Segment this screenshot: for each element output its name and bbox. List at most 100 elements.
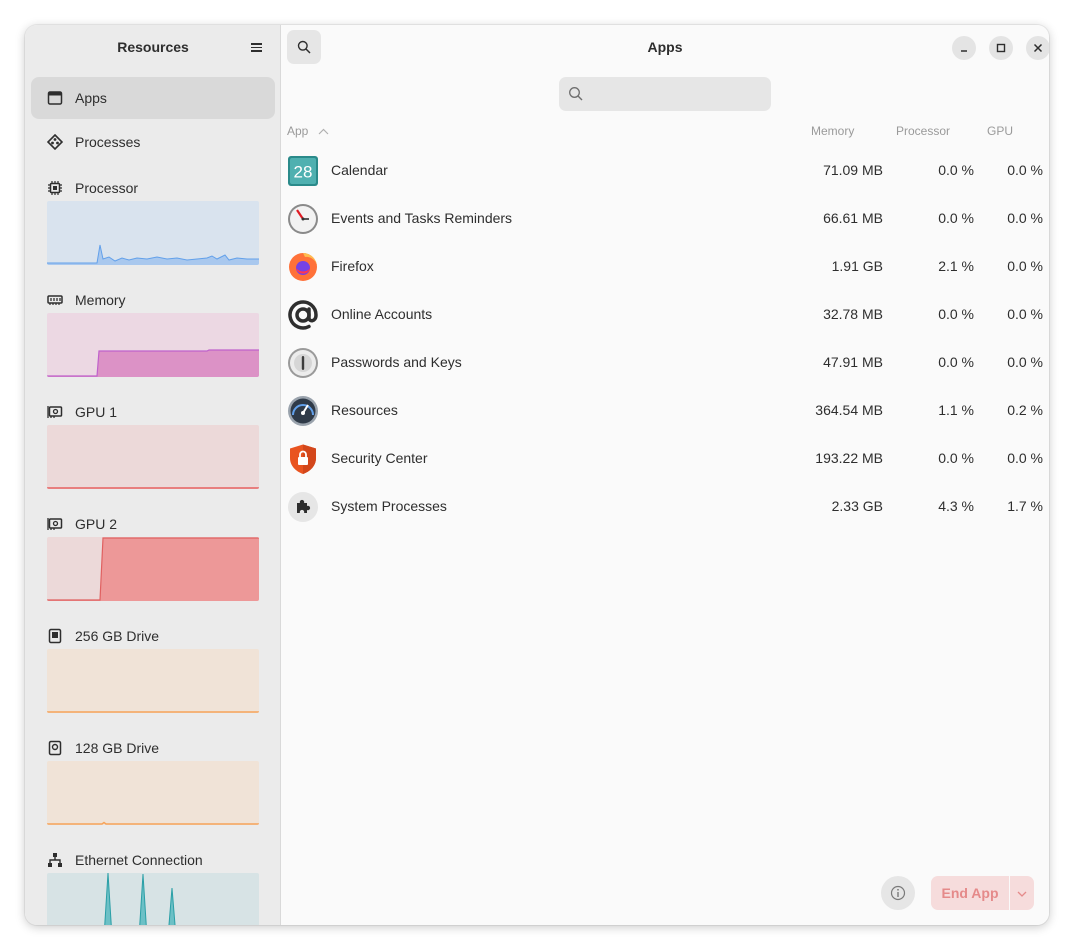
sidebar-item-drive-128[interactable]: 128 GB Drive bbox=[31, 735, 275, 847]
memory-value: 1.91 GB bbox=[831, 258, 883, 274]
column-header-label: Memory bbox=[811, 124, 855, 138]
hamburger-menu-icon[interactable] bbox=[249, 41, 267, 55]
gpu-value: 0.0 % bbox=[1007, 354, 1043, 370]
table-row[interactable]: Passwords and Keys 47.91 MB 0.0 % 0.0 % bbox=[281, 339, 1049, 387]
processor-value: 0.0 % bbox=[938, 450, 974, 466]
end-app-button[interactable]: End App bbox=[931, 876, 1009, 910]
gpu-value: 0.0 % bbox=[1007, 306, 1043, 322]
processor-value: 1.1 % bbox=[938, 402, 974, 418]
gpu-value: 0.0 % bbox=[1007, 258, 1043, 274]
sidebar-item-label: Processes bbox=[75, 134, 141, 150]
end-app-options-button[interactable] bbox=[1010, 876, 1034, 910]
drive-256-usage-graph bbox=[47, 649, 259, 713]
memory-icon bbox=[47, 295, 63, 305]
column-header-gpu[interactable]: GPU bbox=[987, 124, 1013, 138]
calendar-icon: 28 bbox=[288, 156, 318, 186]
search-icon bbox=[569, 87, 583, 101]
calendar-icon-day: 28 bbox=[294, 163, 313, 182]
gpu-1-usage-graph bbox=[47, 425, 259, 489]
table-row[interactable]: 28 Calendar 71.09 MB 0.0 % 0.0 % bbox=[281, 147, 1049, 195]
app-name: Passwords and Keys bbox=[331, 354, 462, 370]
close-button[interactable] bbox=[1026, 36, 1049, 60]
sidebar: Resources Apps Processes Processor Memor… bbox=[25, 25, 281, 925]
gpu-value: 0.2 % bbox=[1007, 402, 1043, 418]
info-icon bbox=[890, 885, 906, 901]
clock-reminder-icon bbox=[288, 204, 318, 234]
network-icon bbox=[48, 853, 62, 867]
main-content: Apps App Memory Processor GPU 28 Calenda… bbox=[281, 25, 1049, 925]
search-field[interactable] bbox=[559, 77, 771, 111]
sidebar-title: Resources bbox=[117, 39, 189, 55]
minimize-button[interactable] bbox=[952, 36, 976, 60]
firefox-icon bbox=[289, 253, 317, 281]
maximize-icon bbox=[996, 43, 1006, 53]
memory-value: 32.78 MB bbox=[823, 306, 883, 322]
column-header-label: App bbox=[287, 124, 309, 138]
memory-usage-graph bbox=[47, 313, 259, 377]
sidebar-item-label: Ethernet Connection bbox=[75, 852, 203, 868]
app-name: System Processes bbox=[331, 498, 447, 514]
app-name: Resources bbox=[331, 402, 398, 418]
table-row[interactable]: Resources 364.54 MB 1.1 % 0.2 % bbox=[281, 387, 1049, 435]
search-input[interactable] bbox=[593, 77, 763, 111]
table-row[interactable]: System Processes 2.33 GB 4.3 % 1.7 % bbox=[281, 483, 1049, 531]
app-name: Security Center bbox=[331, 450, 428, 466]
column-header-processor[interactable]: Processor bbox=[896, 124, 950, 138]
gpu-icon bbox=[47, 406, 63, 418]
sidebar-item-label: 128 GB Drive bbox=[75, 740, 160, 756]
gpu-value: 0.0 % bbox=[1007, 450, 1043, 466]
info-button[interactable] bbox=[881, 876, 915, 910]
puzzle-icon bbox=[288, 492, 318, 522]
at-sign-icon bbox=[288, 300, 318, 330]
ethernet-usage-graph bbox=[47, 873, 259, 925]
close-icon bbox=[1033, 43, 1043, 53]
sidebar-item-label: GPU 1 bbox=[75, 404, 118, 420]
column-header-app[interactable]: App bbox=[287, 124, 329, 138]
drive-icon bbox=[48, 628, 62, 644]
memory-value: 193.22 MB bbox=[815, 450, 883, 466]
chevron-down-icon bbox=[1017, 891, 1027, 897]
table-row[interactable]: Events and Tasks Reminders 66.61 MB 0.0 … bbox=[281, 195, 1049, 243]
sidebar-item-ethernet[interactable]: Ethernet Connection bbox=[31, 847, 275, 925]
sidebar-item-label: Apps bbox=[75, 90, 107, 106]
sidebar-item-memory[interactable]: Memory bbox=[31, 287, 275, 399]
memory-value: 71.09 MB bbox=[823, 162, 883, 178]
sidebar-item-label: Processor bbox=[75, 180, 139, 196]
processor-value: 0.0 % bbox=[938, 210, 974, 226]
gpu-value: 0.0 % bbox=[1007, 162, 1043, 178]
column-header-label: GPU bbox=[987, 124, 1014, 138]
gpu-2-usage-graph bbox=[47, 537, 259, 601]
sort-ascending-icon bbox=[318, 128, 329, 135]
keyring-icon bbox=[288, 348, 318, 378]
processor-value: 0.0 % bbox=[938, 162, 974, 178]
gpu-value: 1.7 % bbox=[1007, 498, 1043, 514]
app-name: Calendar bbox=[331, 162, 388, 178]
sidebar-item-processes[interactable]: Processes bbox=[31, 121, 275, 163]
maximize-button[interactable] bbox=[989, 36, 1013, 60]
drive-icon bbox=[48, 740, 62, 756]
column-header-label: Processor bbox=[896, 124, 951, 138]
processor-value: 0.0 % bbox=[938, 306, 974, 322]
app-name: Events and Tasks Reminders bbox=[331, 210, 513, 226]
table-row[interactable]: Firefox 1.91 GB 2.1 % 0.0 % bbox=[281, 243, 1049, 291]
memory-value: 2.33 GB bbox=[831, 498, 883, 514]
sidebar-item-label: GPU 2 bbox=[75, 516, 118, 532]
page-title: Apps bbox=[647, 39, 683, 55]
processor-value: 4.3 % bbox=[938, 498, 974, 514]
sidebar-item-processor[interactable]: Processor bbox=[31, 175, 275, 287]
apps-window-icon bbox=[47, 91, 63, 105]
sidebar-item-drive-256[interactable]: 256 GB Drive bbox=[31, 623, 275, 735]
cpu-chip-icon bbox=[48, 181, 62, 195]
shield-lock-icon bbox=[290, 444, 316, 474]
gpu-icon bbox=[47, 518, 63, 530]
sidebar-item-apps[interactable]: Apps bbox=[31, 77, 275, 119]
sidebar-item-gpu-1[interactable]: GPU 1 bbox=[31, 399, 275, 511]
memory-value: 47.91 MB bbox=[823, 354, 883, 370]
column-header-memory[interactable]: Memory bbox=[811, 124, 854, 138]
table-row[interactable]: Online Accounts 32.78 MB 0.0 % 0.0 % bbox=[281, 291, 1049, 339]
table-row[interactable]: Security Center 193.22 MB 0.0 % 0.0 % bbox=[281, 435, 1049, 483]
drive-128-usage-graph bbox=[47, 761, 259, 825]
sidebar-item-gpu-2[interactable]: GPU 2 bbox=[31, 511, 275, 623]
processor-value: 0.0 % bbox=[938, 354, 974, 370]
memory-value: 66.61 MB bbox=[823, 210, 883, 226]
